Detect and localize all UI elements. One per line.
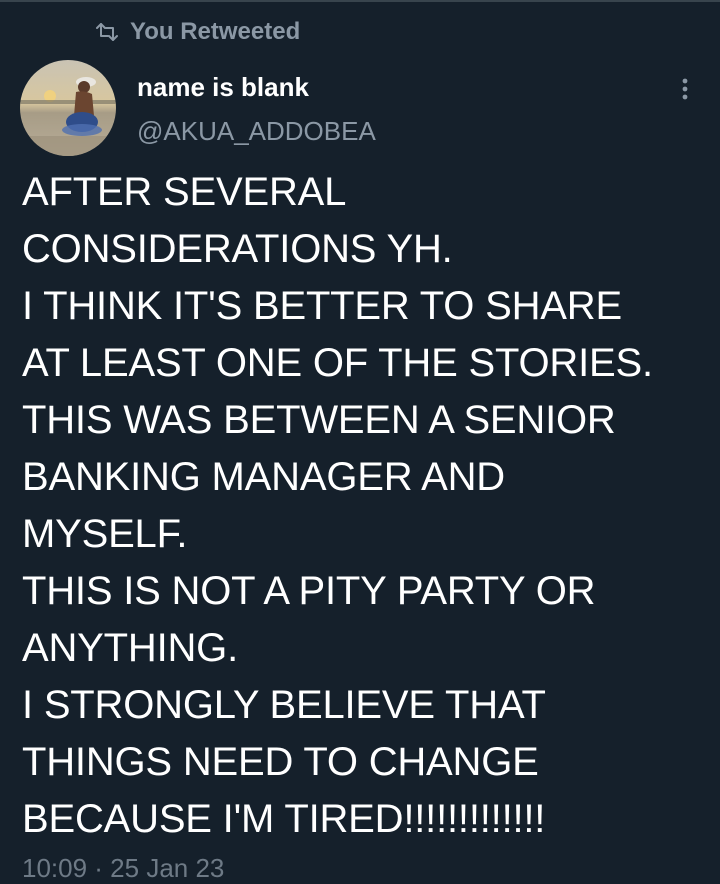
tweet-line: AT LEAST ONE OF THE STORIES. [22, 341, 653, 385]
tweet-line: ANYTHING. [22, 626, 238, 670]
tweet-line: THIS IS NOT A PITY PARTY OR [22, 569, 596, 613]
retweet-icon [96, 23, 118, 41]
author-handle[interactable]: @AKUA_ADDOBEA [137, 116, 376, 147]
retweet-context: You Retweeted [96, 18, 300, 46]
tweet-line: BANKING MANAGER AND [22, 455, 505, 499]
tweet-timestamp[interactable]: 10:09 · 25 Jan 23 [22, 853, 224, 884]
tweet-line: BECAUSE I'M TIRED!!!!!!!!!!!!! [22, 797, 546, 841]
tweet-line: THINGS NEED TO CHANGE [22, 740, 539, 784]
retweet-label: You Retweeted [130, 18, 301, 45]
tweet-line: I THINK IT'S BETTER TO SHARE [22, 284, 622, 328]
tweet-line: MYSELF. [22, 512, 188, 556]
tweet-text: AFTER SEVERAL CONSIDERATIONS YH. I THINK… [22, 164, 712, 848]
tweet-line: I STRONGLY BELIEVE THAT [22, 683, 546, 727]
tweet-line: CONSIDERATIONS YH. [22, 227, 453, 271]
avatar[interactable] [20, 60, 116, 156]
top-divider [0, 0, 720, 2]
tweet-line: AFTER SEVERAL [22, 170, 347, 214]
more-options-button[interactable] [670, 76, 700, 106]
author-name[interactable]: name is blank [137, 72, 309, 103]
tweet-line: THIS WAS BETWEEN A SENIOR [22, 398, 616, 442]
more-vertical-icon [682, 78, 688, 105]
